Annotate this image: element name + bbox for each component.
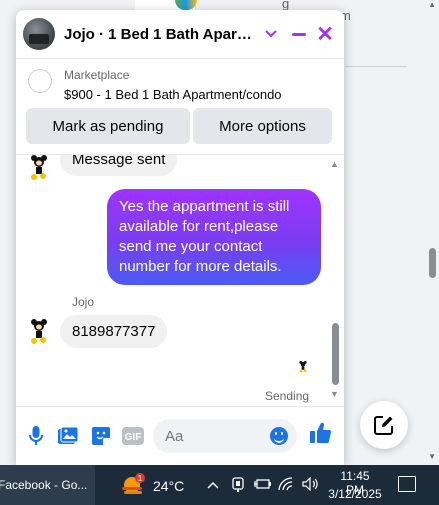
chevron-up-icon[interactable] xyxy=(207,477,219,492)
message-scrollbar[interactable]: ▲ ▼ xyxy=(330,155,340,407)
sender-name: Jojo xyxy=(72,295,95,309)
taskbar-app-facebook[interactable]: Facebook - Go... xyxy=(0,465,95,505)
chevron-down-icon[interactable] xyxy=(260,22,282,46)
minimize-icon[interactable] xyxy=(288,22,310,46)
seen-avatar-icon xyxy=(299,361,307,373)
thumbs-up-icon[interactable] xyxy=(310,422,332,444)
notification-icon[interactable] xyxy=(398,476,416,492)
photo-icon[interactable] xyxy=(57,425,79,447)
gif-label: GIF xyxy=(125,432,142,443)
gif-icon[interactable]: GIF xyxy=(121,425,145,447)
sticker-icon[interactable] xyxy=(90,425,112,447)
close-icon[interactable]: ✕ xyxy=(314,22,336,46)
emoji-icon[interactable] xyxy=(270,427,288,445)
temperature[interactable]: 24°C xyxy=(153,478,184,494)
scroll-up-arrow-icon[interactable]: ▲ xyxy=(428,0,436,9)
scroll-up-arrow-icon[interactable]: ▲ xyxy=(330,159,339,169)
mark-as-pending-button[interactable]: Mark as pending xyxy=(26,108,190,144)
chat-title[interactable]: Jojo · 1 Bed 1 Bath Apartm... xyxy=(64,26,254,43)
weather-icon[interactable]: 1 xyxy=(120,473,148,497)
wifi-icon[interactable] xyxy=(278,477,294,494)
taskbar: Facebook - Go... 1 24°C 11:45 PM 3/12/20… xyxy=(0,465,439,505)
listing-thumbnail[interactable] xyxy=(28,69,52,93)
sender-avatar-icon[interactable] xyxy=(26,155,52,181)
scroll-down-arrow-icon[interactable]: ▼ xyxy=(330,389,339,399)
weather-badge: 1 xyxy=(138,474,143,483)
scroll-thumb[interactable] xyxy=(429,248,436,278)
sender-avatar-icon[interactable] xyxy=(26,319,52,345)
page-scrollbar[interactable]: ▲ ▼ xyxy=(425,0,439,465)
listing-title[interactable]: $900 - 1 Bed 1 Bath Apartment/condo xyxy=(64,87,282,102)
compose-icon xyxy=(374,416,393,435)
message-status: Sending xyxy=(265,389,310,403)
scroll-thumb[interactable] xyxy=(332,323,339,385)
more-options-button[interactable]: More options xyxy=(193,108,332,144)
meet-now-icon[interactable] xyxy=(231,477,245,496)
message-bubble-outgoing[interactable]: Yes the appartment is still available fo… xyxy=(107,189,321,285)
message-thread: Message sent Yes the appartment is still… xyxy=(16,154,344,407)
clock-date[interactable]: 3/12/2025 xyxy=(326,487,384,501)
marketplace-label: Marketplace xyxy=(64,68,130,82)
message-bubble-incoming[interactable]: 8189877377 xyxy=(60,315,168,348)
volume-icon[interactable] xyxy=(302,476,320,494)
divider xyxy=(345,66,407,67)
mic-icon[interactable] xyxy=(25,425,47,447)
scroll-down-arrow-icon[interactable]: ▼ xyxy=(428,452,436,461)
avatar[interactable] xyxy=(23,18,55,50)
taskbar-app-label: Facebook - Go... xyxy=(0,478,88,492)
chat-window: Jojo · 1 Bed 1 Bath Apartm... ✕ Marketpl… xyxy=(16,10,344,465)
marketplace-listing: Marketplace $900 - 1 Bed 1 Bath Apartmen… xyxy=(16,58,344,154)
new-message-button[interactable] xyxy=(360,401,408,449)
chat-header: Jojo · 1 Bed 1 Bath Apartm... ✕ xyxy=(16,10,344,59)
battery-icon[interactable] xyxy=(253,477,271,494)
message-composer: GIF xyxy=(16,406,344,465)
message-bubble-incoming[interactable]: Message sent xyxy=(60,155,178,176)
